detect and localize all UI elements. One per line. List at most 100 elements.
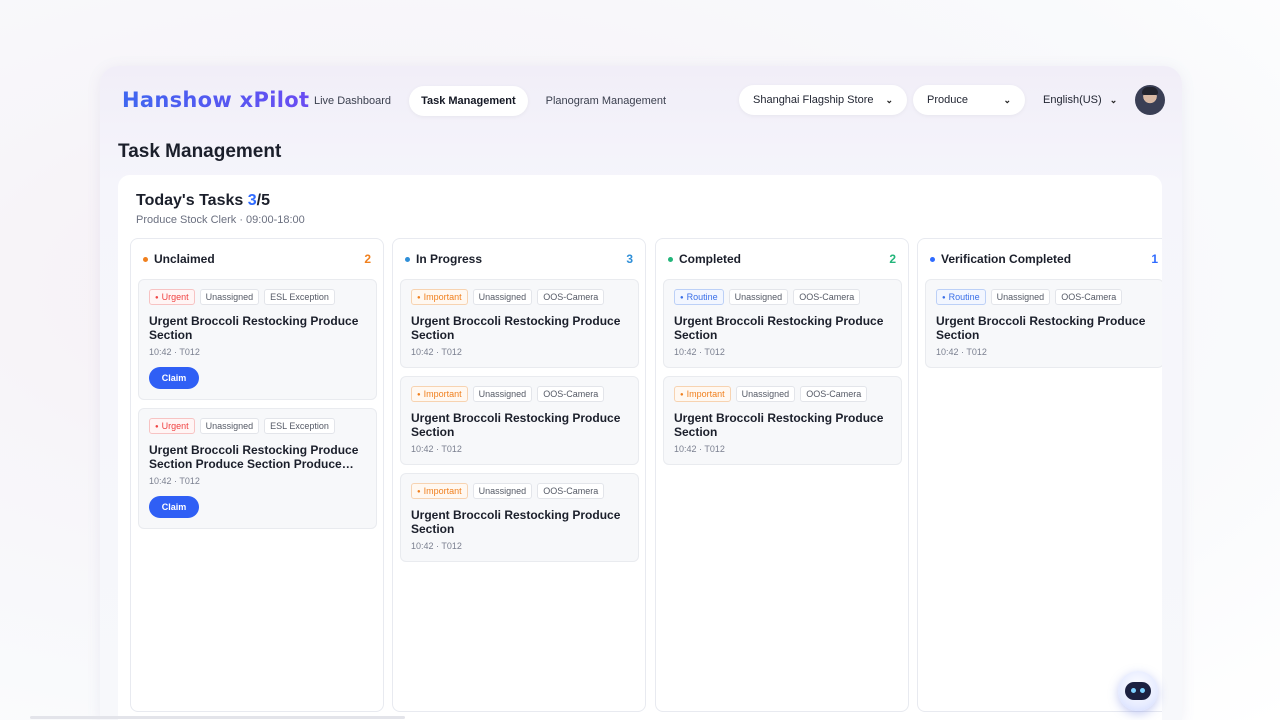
column-count: 1: [1151, 252, 1158, 266]
claim-button[interactable]: Claim: [149, 496, 199, 518]
task-title: Urgent Broccoli Restocking Produce Secti…: [674, 314, 884, 342]
task-tags: Important Unassigned OOS-Camera: [411, 483, 628, 499]
column-header: Verification Completed 1: [930, 252, 1158, 266]
column-title: Verification Completed: [930, 252, 1071, 266]
chevron-down-icon: ⌄: [1003, 94, 1011, 105]
claim-button[interactable]: Claim: [149, 367, 199, 389]
column-count: 2: [364, 252, 371, 266]
assignee-badge: Unassigned: [199, 418, 260, 434]
task-tags: Important Unassigned OOS-Camera: [411, 289, 628, 305]
task-meta: 10:42 · T012: [149, 476, 200, 486]
task-meta: 10:42 · T012: [411, 541, 462, 551]
column-title-label: Verification Completed: [941, 252, 1072, 266]
task-tags: Routine Unassigned OOS-Camera: [936, 289, 1153, 305]
priority-badge: Important: [411, 386, 468, 402]
card-list: Routine Unassigned OOS-Camera Urgent Bro…: [663, 279, 902, 473]
column-title-label: Unclaimed: [154, 252, 215, 266]
column-header: Completed 2: [668, 252, 896, 266]
robot-face: [1125, 682, 1151, 700]
status-dot-icon: [930, 256, 935, 262]
column-title-label: In Progress: [416, 252, 483, 266]
tasks-done-count: 3: [247, 192, 257, 209]
source-badge: ESL Exception: [264, 289, 335, 305]
task-meta: 10:42 · T012: [674, 347, 725, 357]
assignee-badge: Unassigned: [472, 289, 533, 305]
task-title: Urgent Broccoli Restocking Produce Secti…: [411, 508, 621, 536]
shift-info: Produce Stock Clerk · 09:00-18:00: [136, 214, 305, 226]
task-meta: 10:42 · T012: [411, 347, 462, 357]
column-title: Completed: [668, 252, 741, 266]
task-card[interactable]: Important Unassigned OOS-Camera Urgent B…: [400, 279, 639, 368]
column-count: 2: [889, 252, 896, 266]
task-tags: Urgent Unassigned ESL Exception: [149, 418, 366, 434]
column-title: Unclaimed: [143, 252, 215, 266]
department-selector-value: Produce: [927, 94, 968, 106]
source-badge: OOS-Camera: [1055, 289, 1123, 305]
priority-badge: Important: [411, 483, 468, 499]
task-panel: Today's Tasks 3/5 Produce Stock Clerk · …: [118, 175, 1162, 720]
department-selector[interactable]: Produce ⌄: [913, 85, 1025, 115]
task-title: Urgent Broccoli Restocking Produce Secti…: [149, 314, 359, 342]
robot-assistant-icon[interactable]: [1118, 671, 1158, 711]
tasks-total-count: /5: [256, 192, 270, 209]
assignee-badge: Unassigned: [728, 289, 789, 305]
column-count: 3: [626, 252, 633, 266]
nav-tab-planogram-management[interactable]: Planogram Management: [534, 86, 678, 116]
task-card[interactable]: Important Unassigned OOS-Camera Urgent B…: [663, 376, 902, 465]
todays-tasks-label: Today's Tasks: [136, 192, 244, 209]
avatar[interactable]: [1135, 85, 1165, 115]
column-title-label: Completed: [679, 252, 742, 266]
top-nav: Live Dashboard Task Management Planogram…: [302, 86, 678, 116]
source-badge: OOS-Camera: [537, 386, 605, 402]
language-selector[interactable]: English(US) ⌄: [1043, 85, 1117, 115]
page-title: Task Management: [118, 141, 282, 162]
task-card[interactable]: Important Unassigned OOS-Camera Urgent B…: [400, 473, 639, 562]
task-title: Urgent Broccoli Restocking Produce Secti…: [149, 443, 359, 471]
task-card[interactable]: Important Unassigned OOS-Camera Urgent B…: [400, 376, 639, 465]
task-tags: Important Unassigned OOS-Camera: [411, 386, 628, 402]
kanban-board: Unclaimed 2 Urgent Unassigned ESL Except…: [130, 238, 1162, 720]
store-selector[interactable]: Shanghai Flagship Store ⌄: [739, 85, 907, 115]
priority-badge: Important: [411, 289, 468, 305]
task-card[interactable]: Urgent Unassigned ESL Exception Urgent B…: [138, 408, 377, 529]
task-card[interactable]: Urgent Unassigned ESL Exception Urgent B…: [138, 279, 377, 400]
source-badge: OOS-Camera: [537, 289, 605, 305]
brand-logo[interactable]: Hanshow xPilot: [122, 88, 309, 112]
priority-badge: Urgent: [149, 418, 195, 434]
column-header: In Progress 3: [405, 252, 633, 266]
task-meta: 10:42 · T012: [936, 347, 987, 357]
assignee-badge: Unassigned: [199, 289, 260, 305]
language-value: English(US): [1043, 94, 1102, 106]
card-list: Urgent Unassigned ESL Exception Urgent B…: [138, 279, 377, 537]
task-meta: 10:42 · T012: [411, 444, 462, 454]
card-list: Routine Unassigned OOS-Camera Urgent Bro…: [925, 279, 1162, 376]
task-meta: 10:42 · T012: [149, 347, 200, 357]
task-title: Urgent Broccoli Restocking Produce Secti…: [674, 411, 884, 439]
nav-tab-task-management[interactable]: Task Management: [409, 86, 528, 116]
column-in-progress: In Progress 3 Important Unassigned OOS-C…: [392, 238, 646, 712]
assignee-badge: Unassigned: [735, 386, 796, 402]
priority-badge: Routine: [674, 289, 724, 305]
card-list: Important Unassigned OOS-Camera Urgent B…: [400, 279, 639, 570]
column-verification-completed: Verification Completed 1 Routine Unassig…: [917, 238, 1162, 712]
store-selector-value: Shanghai Flagship Store: [753, 94, 874, 106]
source-badge: OOS-Camera: [537, 483, 605, 499]
column-completed: Completed 2 Routine Unassigned OOS-Camer…: [655, 238, 909, 712]
priority-badge: Routine: [936, 289, 986, 305]
todays-tasks-heading: Today's Tasks 3/5: [136, 192, 270, 210]
task-card[interactable]: Routine Unassigned OOS-Camera Urgent Bro…: [925, 279, 1162, 368]
assignee-badge: Unassigned: [472, 386, 533, 402]
task-card[interactable]: Routine Unassigned OOS-Camera Urgent Bro…: [663, 279, 902, 368]
column-unclaimed: Unclaimed 2 Urgent Unassigned ESL Except…: [130, 238, 384, 712]
task-meta: 10:42 · T012: [674, 444, 725, 454]
horizontal-scrollbar[interactable]: [30, 716, 405, 719]
source-badge: OOS-Camera: [793, 289, 861, 305]
priority-badge: Important: [674, 386, 731, 402]
task-tags: Urgent Unassigned ESL Exception: [149, 289, 366, 305]
task-title: Urgent Broccoli Restocking Produce Secti…: [936, 314, 1146, 342]
task-tags: Routine Unassigned OOS-Camera: [674, 289, 891, 305]
assignee-badge: Unassigned: [990, 289, 1051, 305]
nav-tab-live-dashboard[interactable]: Live Dashboard: [302, 86, 403, 116]
task-title: Urgent Broccoli Restocking Produce Secti…: [411, 411, 621, 439]
source-badge: OOS-Camera: [800, 386, 868, 402]
